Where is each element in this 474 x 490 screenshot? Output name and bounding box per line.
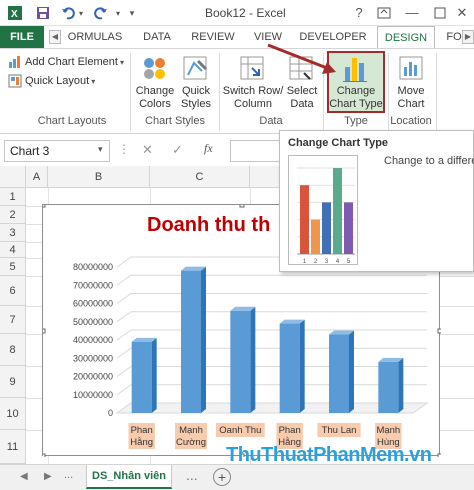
add-sheet-button[interactable]: + [213,468,231,486]
gridline-diagonal [116,311,132,323]
row-header-11[interactable]: 11 [0,430,26,464]
preview-bar [344,202,353,254]
name-box-dropdown-icon[interactable]: ▾ [98,144,103,155]
y-tick-label: 40000000 [73,335,113,345]
cancel-formula-button[interactable]: ✕ [142,142,153,158]
y-tick-label: 10000000 [73,390,113,400]
bar-side [201,266,206,413]
category-label: Hằng [130,437,153,448]
preview-x-label: 3 [325,259,329,265]
preview-x-label: 4 [336,259,340,265]
resize-handle [239,205,245,208]
column-header-b[interactable]: B [48,166,150,188]
sheet-more-right-button[interactable]: ... [186,467,198,483]
preview-bar [311,219,320,254]
category-label: Phan [279,425,301,436]
chart-title: Doanh thu th [147,214,270,236]
y-tick-label: 70000000 [73,280,113,290]
enter-formula-button[interactable]: ✓ [172,142,183,158]
tooltip-preview: 1 2 3 4 5 [288,155,358,265]
bar [181,270,201,413]
gridline-diagonal [116,384,132,396]
preview-x-label: 5 [347,259,351,265]
category-label: Phan [131,425,153,436]
sheet-tab-active[interactable]: DS_Nhân viên [86,465,172,489]
tooltip-preview-chart: 1 2 3 4 5 [297,167,355,265]
change-chart-type-tooltip: Change Chart Type 1 2 3 4 5 Change to a diff… [279,130,474,272]
y-tick-label: 50000000 [73,317,113,327]
bar-side [250,306,256,413]
row-header-2[interactable]: 2 [0,206,26,224]
category-label: Oanh Thu [219,425,261,436]
category-label: Mạnh [376,425,400,436]
category-label: Thu Lan [322,425,357,436]
excel-window: X ▾ ▾ ▾ Book12 - Excel ? — ✕ FILE ◀ ORMU… [0,0,474,490]
y-tick-label: 20000000 [73,372,113,382]
y-tick-label: 30000000 [73,353,113,363]
bar [329,334,349,413]
gridline-diagonal [116,274,132,286]
row-header-1[interactable]: 1 [0,188,26,206]
row-header-5[interactable]: 5 [0,258,26,276]
tooltip-description: Change to a differe [384,155,474,167]
gridline-diagonal [116,293,132,304]
category-label: Cường [176,437,206,448]
column-header-c[interactable]: C [150,166,250,188]
y-tick-label: 80000000 [73,262,113,272]
gridline-diagonal [116,366,132,377]
tooltip-title: Change Chart Type [288,137,389,149]
preview-x-label: 1 [303,259,307,265]
bar-side [299,319,305,413]
formula-bar-grip-icon: ⋮ [118,142,130,156]
row-header-4[interactable]: 4 [0,242,26,258]
bar [279,323,300,413]
bar-side [151,337,157,413]
bar [230,310,251,413]
insert-function-button[interactable]: fx [204,141,213,156]
resize-handle [43,205,46,208]
select-all-corner[interactable] [0,166,26,188]
preview-bar [300,185,309,254]
bar-side [349,330,354,413]
gridline-diagonal [116,329,132,341]
row-header-7[interactable]: 7 [0,306,26,334]
gridline-diagonal [116,347,132,359]
row-header-9[interactable]: 9 [0,366,26,398]
sheet-nav-prev-button[interactable]: ◀ [20,471,28,482]
sheet-more-button[interactable]: ... [64,469,73,481]
sheet-tabs-bar: ◀ ▶ ... DS_Nhân viên ... + [0,464,474,490]
bar-side [398,357,404,413]
row-header-8[interactable]: 8 [0,334,26,366]
preview-x-label: 2 [314,259,318,265]
bar [378,361,399,413]
row-header-10[interactable]: 10 [0,398,26,430]
name-box[interactable]: Chart 3 [4,140,110,162]
y-tick-label: 60000000 [73,299,113,309]
resize-handle [437,453,441,457]
bar [131,341,152,413]
category-label: Mạnh [179,425,203,436]
row-header-6[interactable]: 6 [0,276,26,306]
resize-handle [43,328,46,334]
preview-bar [322,202,331,254]
resize-handle [437,328,441,334]
resize-handle [43,453,46,457]
watermark: ThuThuatPhanMem.vn [226,444,432,467]
row-header-3[interactable]: 3 [0,224,26,242]
y-tick-label: 0 [108,408,113,418]
sheet-nav-next-button[interactable]: ▶ [44,471,52,482]
preview-bar [333,168,342,254]
gridline-diagonal [116,256,132,268]
watermark-text: ThuThuatPhanMem.vn [226,444,432,466]
column-header-a[interactable]: A [26,166,48,188]
